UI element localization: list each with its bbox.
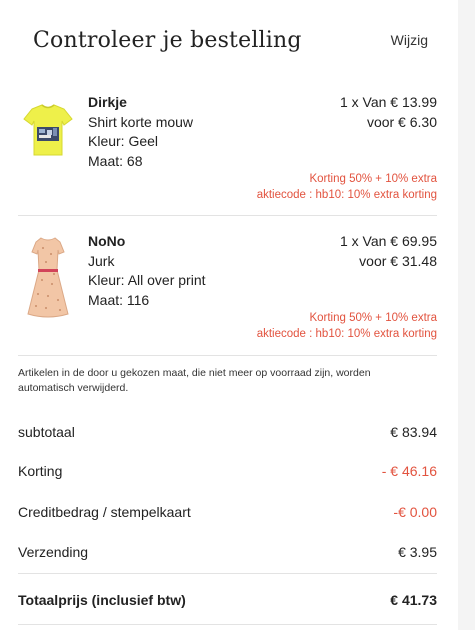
item-color: Kleur: Geel [88, 133, 159, 149]
credit-value: -€ 0.00 [393, 504, 437, 520]
credit-row: Creditbedrag / stempelkaart -€ 0.00 [18, 504, 437, 524]
yellow-tshirt-icon [23, 104, 73, 156]
divider [18, 215, 437, 216]
product-image[interactable] [18, 97, 78, 173]
order-item: NoNo Jurk Kleur: All over print Maat: 11… [18, 232, 437, 354]
item-price: 1 x Van € 69.95 voor € 31.48 [340, 232, 437, 271]
discount-row: Korting - € 46.16 [18, 463, 437, 483]
page-title: Controleer je bestelling [33, 28, 302, 53]
shipping-label: Verzending [18, 544, 89, 560]
item-size: Maat: 68 [88, 152, 143, 169]
item-promo-code: aktiecode : hb10: 10% extra korting [256, 189, 437, 201]
discount-label: Korting [18, 463, 63, 479]
total-row: Totaalprijs (inclusief btw) € 41.73 [18, 592, 437, 612]
item-discount: Korting 50% + 10% extra [309, 312, 437, 324]
item-sale-price: voor € 6.30 [366, 113, 437, 130]
divider [18, 355, 437, 356]
item-promo: Korting 50% + 10% extra aktiecode : hb10… [257, 171, 437, 203]
item-color: Kleur: All over print [88, 272, 206, 288]
item-name[interactable]: NoNo [88, 232, 206, 252]
item-quantity-price: 1 x Van € 13.99 [339, 94, 437, 110]
credit-label: Creditbedrag / stempelkaart [18, 504, 191, 520]
item-type: Jurk [88, 252, 115, 269]
item-price: 1 x Van € 13.99 voor € 6.30 [340, 93, 437, 132]
divider [18, 624, 437, 625]
item-details: Dirkje Shirt korte mouw Kleur: Geel Maat… [88, 93, 193, 171]
divider [18, 573, 437, 574]
item-quantity-price: 1 x Van € 69.95 [339, 233, 437, 249]
edit-link[interactable]: Wijzig [391, 32, 428, 48]
subtotal-value: € 83.94 [390, 424, 437, 440]
dress-icon [27, 237, 69, 318]
item-details: NoNo Jurk Kleur: All over print Maat: 11… [88, 232, 206, 310]
order-item: Dirkje Shirt korte mouw Kleur: Geel Maat… [18, 93, 437, 215]
item-promo: Korting 50% + 10% extra aktiecode : hb10… [257, 310, 437, 342]
shipping-value: € 3.95 [398, 544, 437, 560]
item-discount: Korting 50% + 10% extra [309, 173, 437, 185]
stock-notice: Artikelen in de door u gekozen maat, die… [18, 367, 371, 394]
order-review-panel: Controleer je bestelling Wijzig Dirkje S… [0, 0, 458, 630]
subtotal-label: subtotaal [18, 424, 75, 440]
discount-value: - € 46.16 [381, 463, 437, 479]
item-size: Maat: 116 [88, 291, 150, 308]
total-label: Totaalprijs (inclusief btw) [18, 592, 186, 608]
total-value: € 41.73 [390, 592, 437, 608]
shipping-row: Verzending € 3.95 [18, 544, 437, 564]
item-promo-code: aktiecode : hb10: 10% extra korting [256, 328, 437, 340]
subtotal-row: subtotaal € 83.94 [18, 424, 437, 444]
product-image[interactable] [18, 236, 78, 318]
item-sale-price: voor € 31.48 [359, 252, 437, 269]
order-header: Controleer je bestelling Wijzig [33, 28, 428, 58]
item-type: Shirt korte mouw [88, 113, 194, 130]
item-name[interactable]: Dirkje [88, 93, 193, 113]
